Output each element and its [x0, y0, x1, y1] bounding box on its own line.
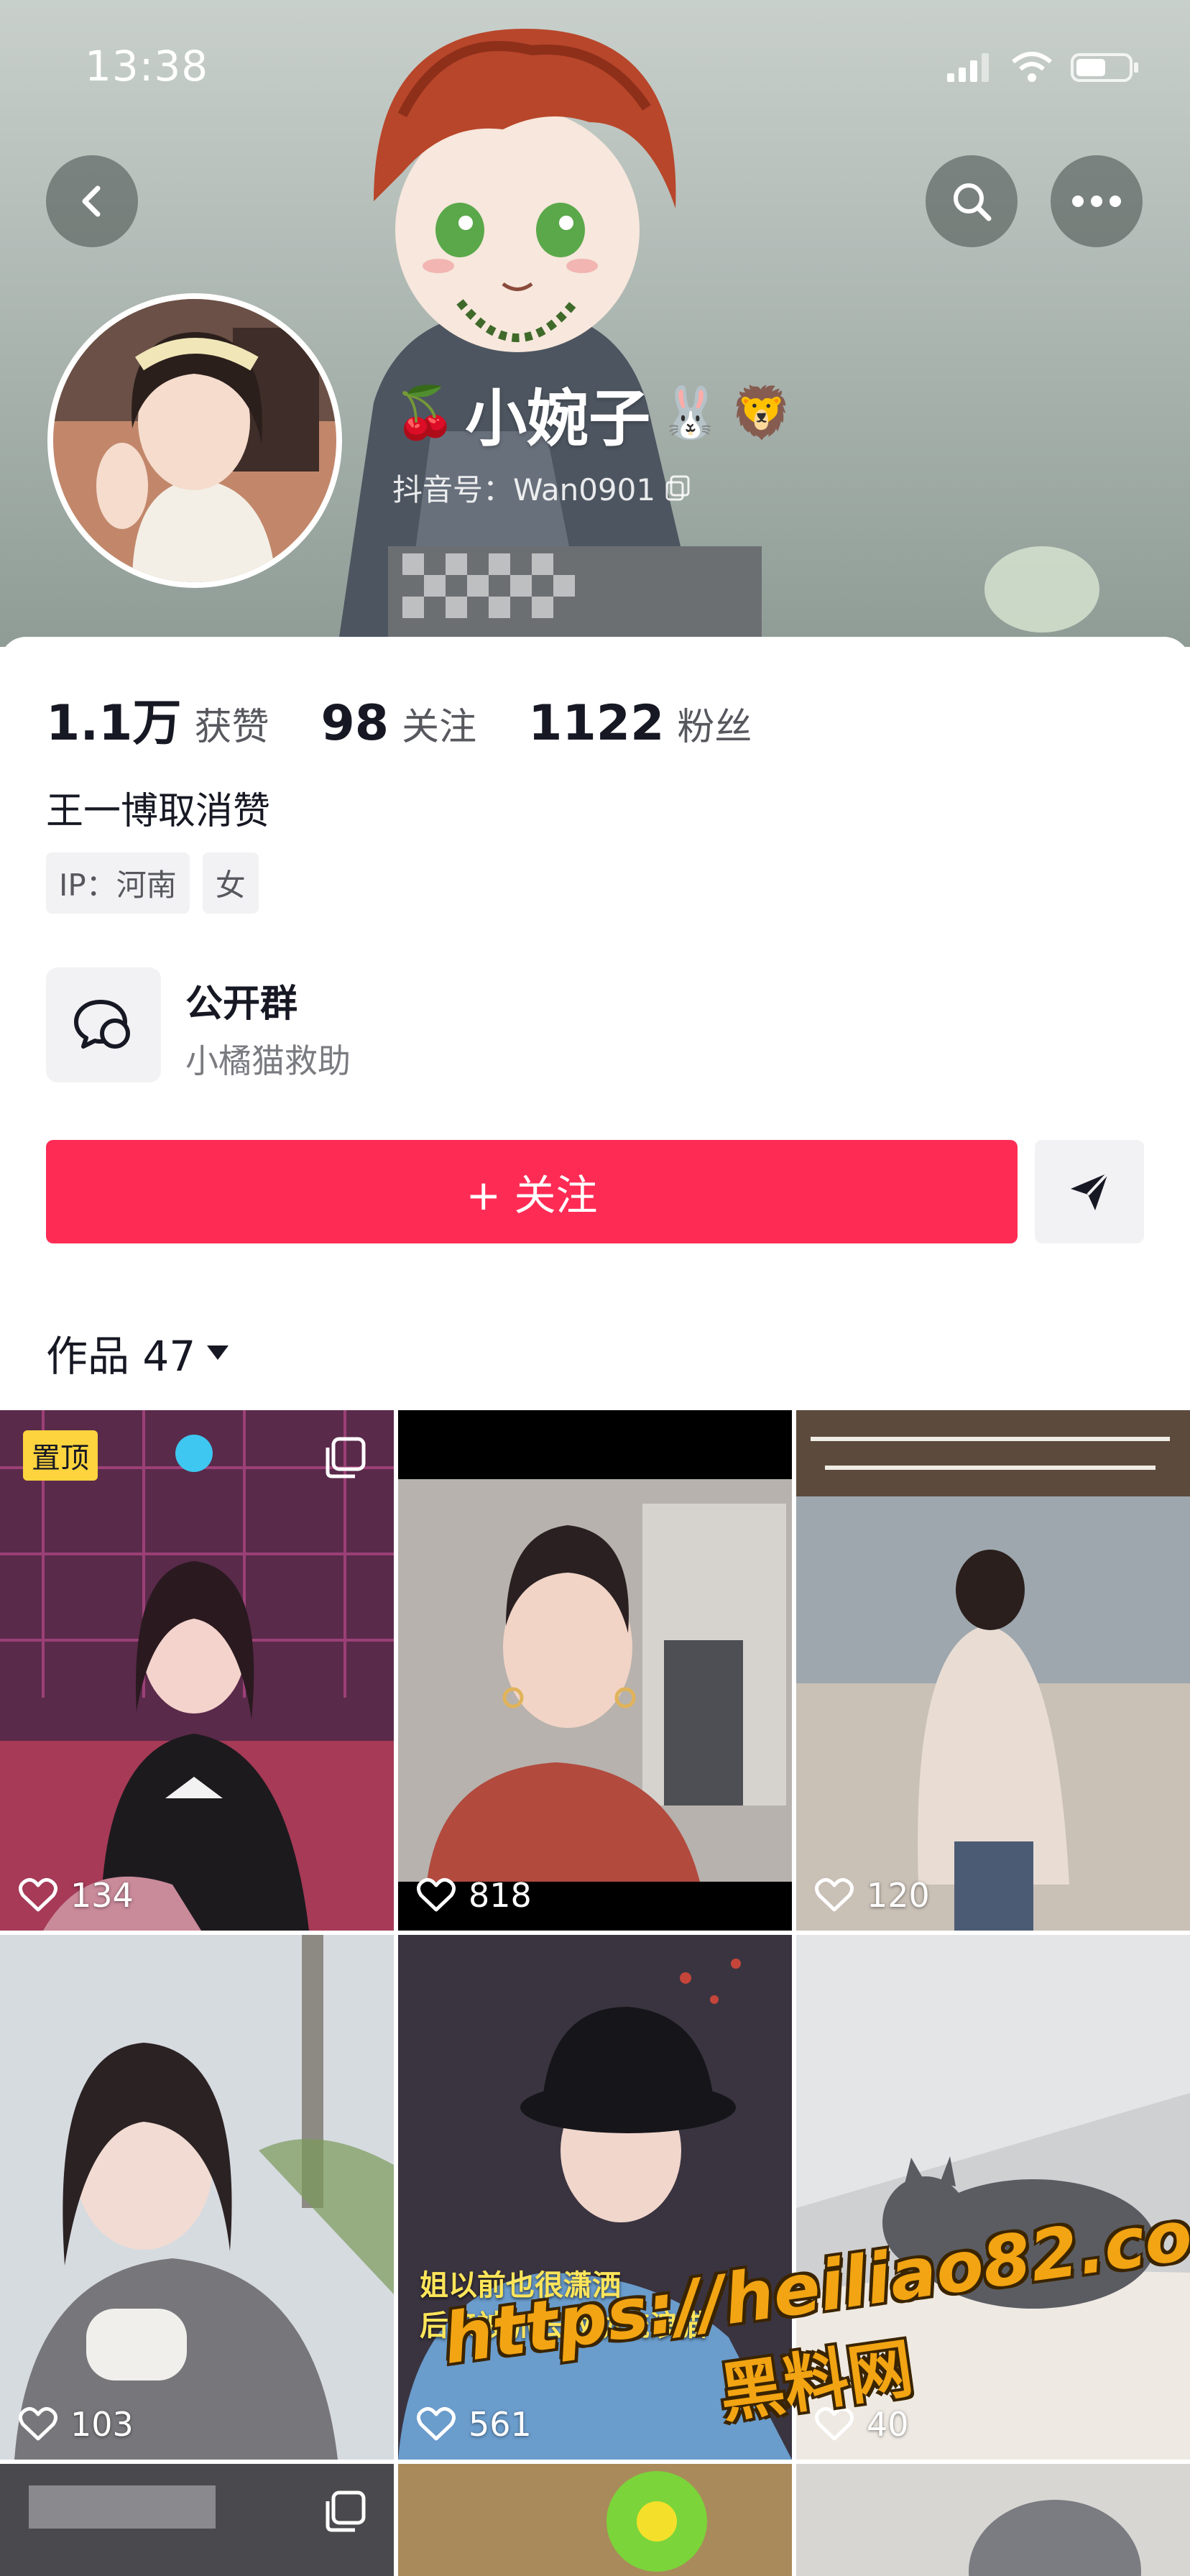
triangle-down-icon	[207, 1346, 229, 1360]
chevron-left-icon	[82, 185, 101, 217]
following-label: 关注	[402, 706, 477, 749]
send-icon	[1071, 1172, 1110, 1210]
group-title[interactable]: 公开群	[185, 973, 298, 1027]
search-icon	[954, 183, 992, 221]
video-thumbnail	[796, 1410, 1190, 1931]
following-count[interactable]: 98	[320, 695, 389, 752]
profile-name-row: 🍒 小婉子 🐰 🦁	[394, 368, 793, 458]
gender-tag: 女	[202, 852, 259, 914]
profile-bio: 王一博取消赞	[46, 790, 271, 833]
video-likes-count: 818	[469, 1876, 532, 1915]
video-thumbnail	[398, 1410, 792, 1931]
status-time: 13:38	[85, 42, 209, 91]
battery-icon	[1071, 53, 1138, 82]
works-tab[interactable]: 作品 47	[46, 1322, 230, 1383]
video-thumbnail	[796, 2464, 1190, 2576]
more-button[interactable]	[1051, 155, 1143, 247]
video-thumbnail	[0, 1935, 394, 2460]
video-tile[interactable]: 120	[796, 1410, 1190, 1931]
likes-label: 获赞	[194, 706, 269, 749]
lion-emoji: 🦁	[730, 383, 793, 442]
pinned-badge: 置顶	[23, 1430, 98, 1481]
more-dots-icon	[1072, 196, 1121, 207]
profile-tags: IP：河南 女	[46, 852, 259, 914]
video-likes: 818	[417, 1876, 532, 1915]
video-tile[interactable]	[398, 2464, 792, 2576]
multi-image-icon	[326, 1437, 366, 1478]
followers-label: 粉丝	[677, 706, 752, 749]
multi-image-icon	[326, 2490, 366, 2532]
heart-icon	[417, 1878, 456, 1912]
follow-button[interactable]: + 关注	[46, 1140, 1018, 1243]
douyin-id: 抖音号：Wan0901	[392, 466, 693, 510]
profile-stats: 1.1万 获赞 98 关注 1122 粉丝	[46, 683, 803, 754]
group-subtitle: 小橘猫救助	[185, 1041, 351, 1080]
group-chat-icon	[74, 1000, 130, 1049]
video-likes: 103	[19, 2405, 134, 2444]
signal-icon	[947, 53, 989, 82]
back-button[interactable]	[46, 155, 138, 247]
video-tile[interactable]: 818	[398, 1410, 792, 1931]
copy-icon[interactable]	[664, 474, 693, 502]
group-chat-button[interactable]	[46, 967, 161, 1082]
heart-icon	[417, 2407, 456, 2441]
video-likes-count: 120	[867, 1876, 930, 1915]
avatar-photo	[53, 299, 336, 582]
cherry-emoji: 🍒	[394, 383, 457, 442]
heart-icon	[815, 1878, 854, 1912]
video-likes-count: 103	[70, 2405, 134, 2444]
works-tab-label: 作品 47	[46, 1332, 196, 1381]
video-tile[interactable]: 置顶 134	[0, 1410, 394, 1931]
heart-icon	[19, 2407, 57, 2441]
douyin-id-text: 抖音号：Wan0901	[392, 472, 656, 507]
share-button[interactable]	[1035, 1140, 1144, 1243]
followers-count[interactable]: 1122	[528, 695, 664, 752]
video-thumbnail	[0, 1410, 394, 1931]
heart-icon	[19, 1878, 57, 1912]
profile-name: 小婉子	[465, 383, 651, 455]
rabbit-emoji: 🐰	[659, 383, 722, 442]
video-thumbnail	[398, 2464, 792, 2576]
video-tile[interactable]	[0, 2464, 394, 2576]
video-likes-count: 134	[70, 1876, 134, 1915]
video-likes: 120	[815, 1876, 930, 1915]
profile-avatar[interactable]	[47, 293, 342, 588]
status-icons	[947, 52, 1140, 83]
wifi-icon	[1012, 52, 1052, 82]
profile-header: 13:38 🍒 小婉子 🐰 🦁 抖音号：Wan0901	[0, 0, 1190, 647]
video-tile[interactable]	[796, 2464, 1190, 2576]
video-tile[interactable]: 103	[0, 1935, 394, 2460]
ip-location-tag: IP：河南	[46, 852, 190, 914]
video-likes: 134	[19, 1876, 134, 1915]
likes-count[interactable]: 1.1万	[46, 683, 181, 754]
search-button[interactable]	[926, 155, 1018, 247]
